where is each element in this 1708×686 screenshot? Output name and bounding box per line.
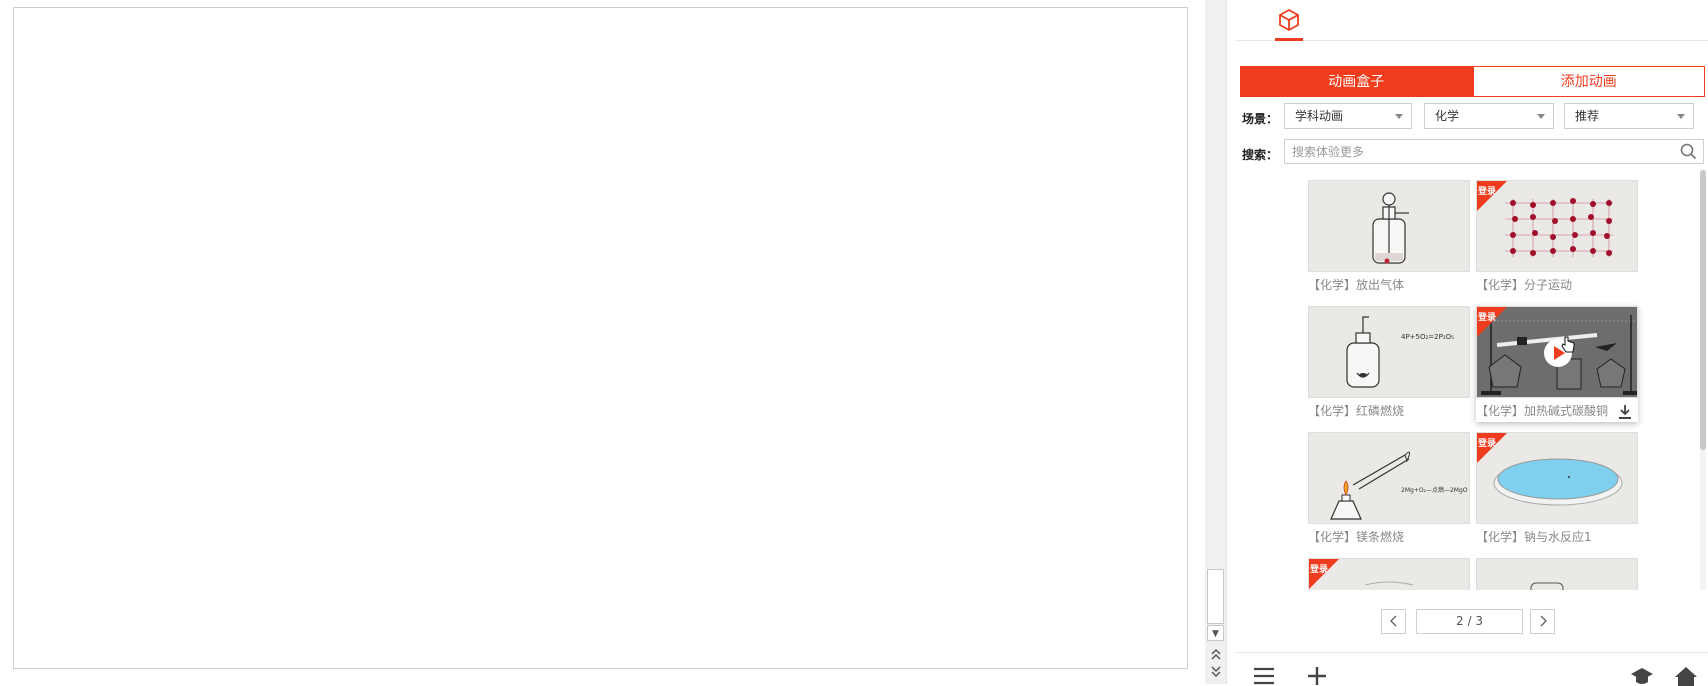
animation-caption: 【化学】分子运动 — [1476, 278, 1573, 292]
search-box — [1284, 139, 1704, 164]
search-label: 搜索： — [1242, 148, 1279, 162]
tab-animation-box[interactable]: 动画盒子 — [1240, 66, 1473, 97]
scroll-down-arrow-icon[interactable]: ▼ — [1207, 625, 1224, 641]
search-input[interactable] — [1285, 140, 1665, 163]
chevron-left-icon — [1389, 615, 1396, 627]
animation-thumbnail: 登录 — [1476, 432, 1638, 524]
animation-card[interactable]: 登录 【化学】分子运动 — [1476, 180, 1638, 298]
animation-card[interactable]: 登录 【化学】钠与水反应1 — [1476, 432, 1638, 550]
panel-scrollbar-thumb[interactable] — [1700, 170, 1706, 450]
animation-thumbnail: 登录 — [1476, 180, 1638, 272]
panel-tabs: 动画盒子 添加动画 — [1240, 66, 1705, 97]
plus-icon[interactable] — [1305, 666, 1329, 686]
chevron-right-icon — [1540, 615, 1547, 627]
sort-select-value: 推荐 — [1575, 109, 1600, 123]
home-icon[interactable] — [1674, 666, 1698, 686]
animation-card[interactable] — [1476, 558, 1638, 590]
bottom-toolbar — [1235, 652, 1708, 686]
login-badge: 登录 — [1310, 565, 1329, 575]
animation-thumbnail: 登录 — [1308, 558, 1470, 590]
subject-select[interactable]: 化学 — [1424, 103, 1554, 129]
magnesium-equation: 2Mg+O₂—点燃—2MgO — [1401, 487, 1468, 494]
animation-thumbnail — [1476, 558, 1638, 590]
animation-panel: 动画盒子 添加动画 场景： 学科动画 化学 推荐 搜索： 搜索体验更多 【化学】… — [1227, 0, 1708, 686]
graduation-cap-icon[interactable] — [1630, 666, 1654, 686]
chevron-down-icon — [1537, 114, 1545, 119]
animation-thumbnail: 2Mg+O₂—点燃—2MgO — [1308, 432, 1470, 524]
login-badge: 登录 — [1478, 439, 1497, 449]
animation-caption: 【化学】放出气体 — [1308, 278, 1405, 292]
animation-caption: 【化学】红磷燃烧 — [1308, 404, 1405, 418]
animation-card[interactable]: 4P+5O₂=2P₂O₅ 【化学】红磷燃烧 — [1308, 306, 1470, 424]
animation-card[interactable]: 登录 【化学】加热碱式碳酸铜 — [1476, 306, 1638, 422]
animation-grid: 【化学】放出气体 登录 【化学】分子运动 4P+5O₂=2P₂O₅ 【化学】红磷… — [1227, 170, 1708, 590]
login-badge: 登录 — [1478, 313, 1497, 323]
subject-select-value: 化学 — [1435, 109, 1460, 123]
animation-caption: 【化学】加热碱式碳酸铜 — [1476, 404, 1609, 418]
prev-page-button[interactable] — [1381, 609, 1406, 634]
animation-thumbnail: 登录 — [1476, 306, 1638, 398]
animation-box-tab[interactable] — [1275, 6, 1303, 41]
panel-header — [1235, 0, 1708, 41]
animation-caption: 【化学】镁条燃烧 — [1308, 530, 1405, 544]
sort-select[interactable]: 推荐 — [1564, 103, 1694, 129]
phosphorus-equation: 4P+5O₂=2P₂O₅ — [1401, 333, 1454, 341]
scene-select[interactable]: 学科动画 — [1284, 103, 1412, 129]
login-badge: 登录 — [1478, 187, 1497, 197]
panel-scrollbar[interactable] — [1700, 170, 1706, 590]
page-up-icon[interactable] — [1207, 648, 1224, 664]
cube-icon — [1279, 8, 1299, 32]
scene-label: 场景： — [1242, 112, 1279, 126]
animation-thumbnail: 4P+5O₂=2P₂O₅ — [1308, 306, 1470, 398]
animation-card[interactable]: 2Mg+O₂—点燃—2MgO 【化学】镁条燃烧 — [1308, 432, 1470, 550]
download-icon[interactable] — [1618, 404, 1632, 420]
search-icon[interactable] — [1680, 143, 1697, 160]
chevron-down-icon — [1395, 114, 1403, 119]
animation-card[interactable]: 登录 — [1308, 558, 1470, 590]
drawing-canvas[interactable] — [13, 7, 1188, 669]
tab-add-animation[interactable]: 添加动画 — [1472, 66, 1705, 97]
animation-card[interactable]: 【化学】放出气体 — [1308, 180, 1470, 298]
animation-thumbnail — [1308, 180, 1470, 272]
scene-select-value: 学科动画 — [1295, 109, 1344, 123]
chevron-down-icon — [1677, 114, 1685, 119]
next-page-button[interactable] — [1530, 609, 1555, 634]
page-indicator[interactable]: 2 / 3 — [1416, 609, 1523, 634]
hand-cursor-icon — [1561, 336, 1575, 353]
scrollbar-thumb[interactable] — [1207, 569, 1224, 624]
page-down-icon[interactable] — [1207, 666, 1224, 682]
animation-caption: 【化学】钠与水反应1 — [1476, 530, 1592, 544]
menu-icon[interactable] — [1252, 666, 1276, 686]
canvas-scrollbar[interactable]: ▼ — [1205, 0, 1226, 684]
